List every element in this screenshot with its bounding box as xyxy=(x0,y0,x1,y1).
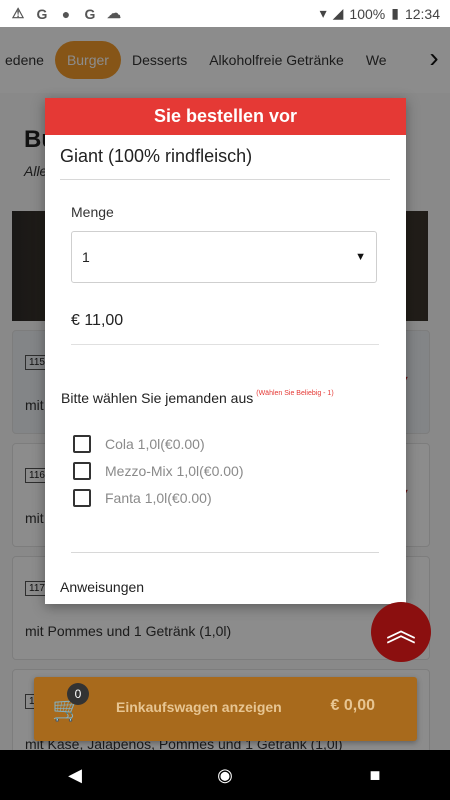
navigation-bar: ◀ ◉ ■ xyxy=(0,750,450,800)
option-mezzo-mix[interactable]: Mezzo-Mix 1,0l(€0.00) xyxy=(73,462,244,480)
option-label: Fanta 1,0l(€0.00) xyxy=(105,490,212,506)
cart-total: € 0,00 xyxy=(330,697,375,714)
scroll-top-button[interactable]: ︽ xyxy=(371,602,431,662)
back-icon[interactable]: ◀ xyxy=(55,765,95,786)
view-cart-button[interactable]: 🛒 0 Einkaufswagen anzeigen € 0,00 xyxy=(34,677,417,741)
checkbox[interactable] xyxy=(73,462,91,480)
home-icon[interactable]: ◉ xyxy=(205,765,245,786)
battery-percent: 100% xyxy=(349,5,386,22)
item-name: Giant (100% rindfleisch) xyxy=(60,146,253,166)
instructions-label: Anweisungen xyxy=(60,579,145,595)
option-fanta[interactable]: Fanta 1,0l(€0.00) xyxy=(73,489,212,507)
circle-notification-icon: ● xyxy=(61,5,71,22)
battery-icon: ▮ xyxy=(391,5,399,21)
wifi-icon: ▾ xyxy=(319,5,327,21)
cloud-icon: ☁ xyxy=(107,5,121,21)
option-cola[interactable]: Cola 1,0l(€0.00) xyxy=(73,435,205,453)
checkbox[interactable] xyxy=(73,435,91,453)
clock: 12:34 xyxy=(404,5,440,22)
dropdown-caret-icon: ▼ xyxy=(355,251,366,263)
option-group-label: Bitte wählen Sie jemanden aus (Wählen Sie… xyxy=(61,390,334,406)
quantity-select[interactable]: 1 ▼ xyxy=(71,231,377,283)
status-bar: ⚠ G ● G ☁ ▾ ◢ 100% ▮ 12:34 xyxy=(0,0,450,27)
google-icon: G xyxy=(84,5,96,22)
divider xyxy=(60,179,390,180)
item-price: € 11,00 xyxy=(71,312,124,329)
signal-icon: ◢ xyxy=(332,5,344,21)
checkbox[interactable] xyxy=(73,489,91,507)
divider xyxy=(71,552,379,553)
dialog-header: Sie bestellen vor xyxy=(45,98,406,135)
recents-icon[interactable]: ■ xyxy=(355,765,395,786)
google-icon: G xyxy=(36,5,48,22)
option-group-hint: (Wählen Sie Beliebig - 1) xyxy=(256,390,334,397)
divider xyxy=(71,344,379,345)
order-dialog: Sie bestellen vor Giant (100% rindfleisc… xyxy=(45,98,406,604)
cart-count-badge: 0 xyxy=(67,683,89,705)
cart-label: Einkaufswagen anzeigen xyxy=(116,699,282,715)
option-label: Mezzo-Mix 1,0l(€0.00) xyxy=(105,463,244,479)
quantity-label: Menge xyxy=(71,204,114,220)
quantity-value: 1 xyxy=(82,249,90,265)
option-group-title: Bitte wählen Sie jemanden aus xyxy=(61,390,254,406)
warning-triangle-icon: ⚠ xyxy=(11,5,25,21)
double-chevron-up-icon: ︽ xyxy=(386,615,416,648)
option-label: Cola 1,0l(€0.00) xyxy=(105,436,205,452)
